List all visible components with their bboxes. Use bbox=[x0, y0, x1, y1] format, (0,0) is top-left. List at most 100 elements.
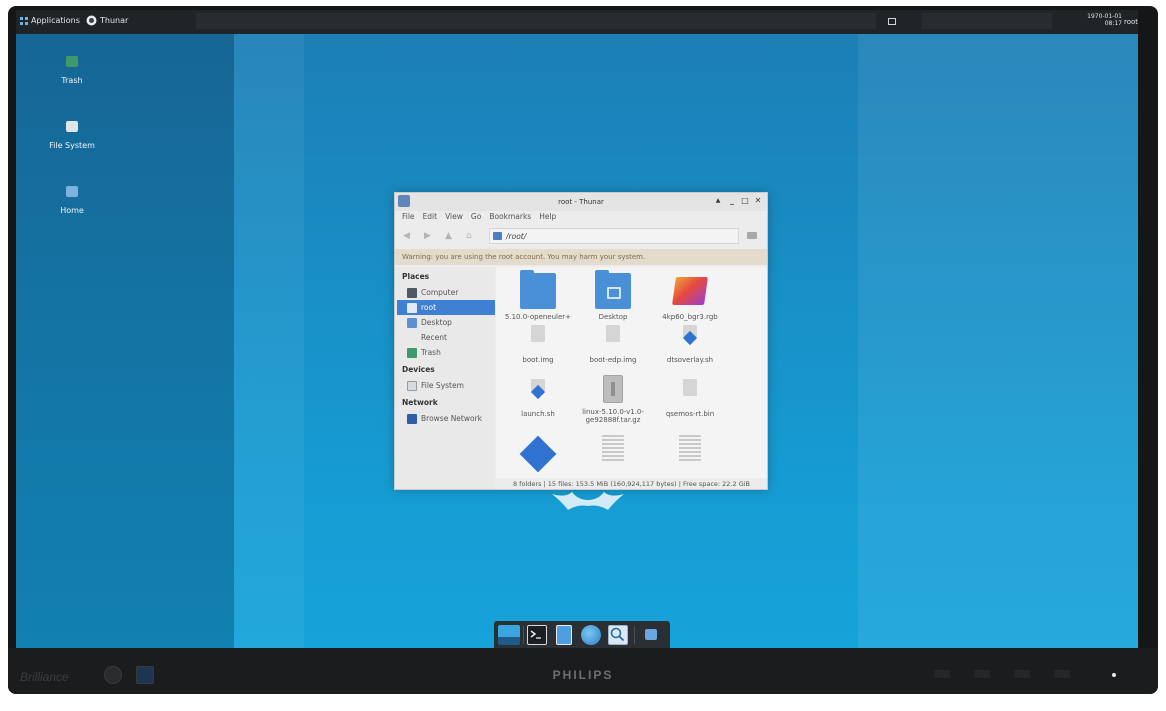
file-item[interactable]: 5.10.0-openeuler+ bbox=[496, 270, 580, 321]
desktop-icon-file-system[interactable]: File System bbox=[32, 121, 112, 150]
desktop-icon-home[interactable]: Home bbox=[32, 186, 112, 215]
search-dock-icon[interactable] bbox=[608, 625, 628, 645]
text-file-icon bbox=[679, 435, 701, 463]
sidebar-item-label: Computer bbox=[421, 288, 459, 297]
applications-icon bbox=[20, 16, 28, 25]
desktop-icon-trash[interactable]: Trash bbox=[32, 56, 112, 85]
applications-menu-button[interactable]: Applications bbox=[20, 16, 80, 25]
top-panel: Applications Thunar 1970-01-01 08:17 roo… bbox=[16, 10, 1138, 34]
document-icon bbox=[531, 325, 545, 342]
power-led-icon bbox=[1112, 673, 1116, 677]
terminal-icon[interactable] bbox=[747, 232, 757, 239]
sidebar-item-label: File System bbox=[421, 381, 464, 390]
up-arrow-icon[interactable]: ▲ bbox=[445, 231, 452, 241]
file-item[interactable]: Desktop bbox=[571, 270, 655, 321]
monitor-button[interactable] bbox=[1014, 670, 1030, 678]
file-item[interactable]: boot.img bbox=[496, 325, 580, 364]
web-browser-dock-icon[interactable] bbox=[581, 625, 601, 645]
sidebar-item-root[interactable]: root bbox=[397, 300, 495, 315]
root-warning-banner: Warning: you are using the root account.… bbox=[395, 249, 767, 265]
script-icon bbox=[682, 325, 698, 346]
clock-time: 08:17 bbox=[1104, 20, 1122, 27]
sidebar-item-trash[interactable]: Trash bbox=[397, 345, 495, 360]
sidebar-item-label: Recent bbox=[421, 333, 447, 342]
forward-arrow-icon[interactable]: ▶ bbox=[424, 231, 431, 241]
file-manager-dock-icon[interactable] bbox=[556, 625, 572, 645]
menu-file[interactable]: File bbox=[402, 212, 415, 224]
taskbar-item-thunar[interactable]: Thunar bbox=[86, 15, 128, 26]
menu-bookmarks[interactable]: Bookmarks bbox=[489, 212, 531, 224]
show-desktop-icon[interactable] bbox=[888, 18, 896, 25]
monitor-button[interactable] bbox=[974, 670, 990, 678]
sidebar-item-recent[interactable]: Recent bbox=[397, 330, 495, 345]
shade-button[interactable]: ▲ bbox=[713, 196, 723, 206]
file-item[interactable] bbox=[496, 435, 580, 473]
file-item[interactable]: qsemos-rt.bin bbox=[648, 379, 732, 418]
menu-help[interactable]: Help bbox=[539, 212, 556, 224]
window-title: root - Thunar bbox=[558, 198, 604, 206]
file-view: 5.10.0-openeuler+ Desktop 4kp60_bgr3.rgb… bbox=[496, 267, 767, 478]
file-item[interactable]: linux-5.10.0-v1.0-ge92888f.tar.gz bbox=[571, 375, 655, 424]
file-name: 5.10.0-openeuler+ bbox=[504, 313, 572, 321]
menu-bar: File Edit View Go Bookmarks Help bbox=[395, 212, 556, 224]
file-item[interactable]: launch.sh bbox=[496, 379, 580, 418]
folder-dock-icon[interactable] bbox=[645, 629, 657, 640]
computer-icon bbox=[407, 287, 417, 298]
thunar-app-icon bbox=[86, 15, 97, 26]
sidebar-item-computer[interactable]: Computer bbox=[397, 285, 495, 300]
file-item[interactable]: 4kp60_bgr3.rgb bbox=[648, 273, 732, 321]
clock-date: 1970-01-01 bbox=[1087, 13, 1122, 20]
menu-go[interactable]: Go bbox=[471, 212, 481, 224]
thunar-window[interactable]: root - Thunar ▲ _ □ ✕ File Edit View Go … bbox=[394, 192, 768, 490]
monitor-button[interactable] bbox=[934, 670, 950, 678]
dock-separator bbox=[634, 626, 635, 644]
close-button[interactable]: ✕ bbox=[753, 196, 763, 206]
maximize-button[interactable]: □ bbox=[740, 196, 750, 206]
file-item[interactable]: boot-edp.img bbox=[571, 325, 655, 364]
file-name: qsemos-rt.bin bbox=[665, 410, 715, 418]
panel-clock[interactable]: 1970-01-01 08:17 bbox=[1082, 13, 1122, 27]
desktop-icon-label: Trash bbox=[61, 76, 83, 85]
wallpaper-stripe bbox=[234, 34, 304, 648]
location-path: /root/ bbox=[506, 232, 527, 241]
sidebar-item-label: Desktop bbox=[421, 318, 452, 327]
dock-separator bbox=[523, 626, 524, 644]
minimize-button[interactable]: _ bbox=[727, 196, 737, 206]
image-file-icon bbox=[672, 277, 708, 305]
trash-icon bbox=[407, 347, 417, 358]
file-item[interactable]: dtsoverlay.sh bbox=[648, 325, 732, 364]
sidebar-heading-places: Places bbox=[402, 272, 430, 281]
panel-task-area bbox=[196, 13, 876, 29]
sidebar-item-file-system[interactable]: File System bbox=[397, 378, 495, 393]
home-folder-icon bbox=[66, 186, 78, 197]
sidebar: Places Computer root Desktop Recent Tras… bbox=[395, 267, 495, 489]
folder-icon bbox=[520, 270, 556, 309]
show-desktop-dock-icon[interactable] bbox=[498, 625, 520, 645]
file-name: boot-edp.img bbox=[589, 356, 637, 364]
file-item[interactable] bbox=[571, 435, 655, 467]
sidebar-item-desktop[interactable]: Desktop bbox=[397, 315, 495, 330]
location-bar[interactable]: /root/ bbox=[489, 228, 739, 244]
back-arrow-icon[interactable]: ◀ bbox=[403, 231, 410, 241]
text-file-icon bbox=[602, 435, 624, 463]
sidebar-heading-network: Network bbox=[402, 398, 438, 407]
dock bbox=[494, 621, 670, 648]
file-name: Desktop bbox=[598, 313, 628, 321]
sidebar-item-browse-network[interactable]: Browse Network bbox=[397, 411, 495, 426]
file-item[interactable] bbox=[648, 435, 732, 467]
file-name: 4kp60_bgr3.rgb bbox=[662, 313, 718, 321]
document-icon bbox=[606, 325, 620, 342]
script-icon bbox=[530, 379, 546, 400]
wallpaper-stripe bbox=[858, 34, 1138, 648]
menu-view[interactable]: View bbox=[445, 212, 463, 224]
drive-icon bbox=[66, 121, 78, 132]
drive-icon bbox=[407, 380, 417, 391]
desktop-icon-label: File System bbox=[49, 141, 95, 150]
monitor-chin: Brilliance PHILIPS bbox=[8, 648, 1158, 694]
panel-user[interactable]: root bbox=[1124, 18, 1138, 26]
home-icon[interactable]: ⌂ bbox=[466, 231, 472, 241]
window-titlebar[interactable]: root - Thunar ▲ _ □ ✕ bbox=[395, 193, 767, 211]
monitor-button[interactable] bbox=[1054, 670, 1070, 678]
terminal-dock-icon[interactable] bbox=[527, 625, 547, 645]
menu-edit[interactable]: Edit bbox=[423, 212, 438, 224]
